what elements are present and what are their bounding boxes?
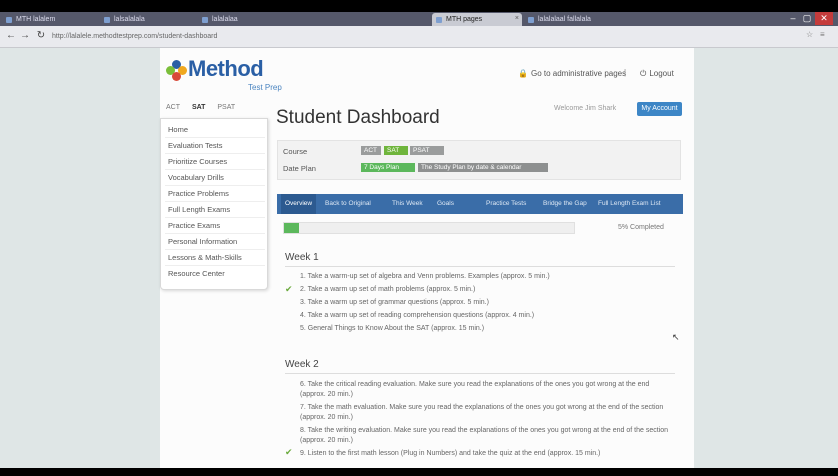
task-item[interactable]: 2. Take a warm up set of math problems (… [300,285,676,295]
url-field[interactable]: http://lalalele.methodtestprep.com/stude… [52,30,752,43]
browser-tab-bar: MTH lalalem lalsalalala lalalalaa MTH pa… [0,12,838,26]
divider [165,249,265,250]
bottom-bar [0,468,838,476]
divider [285,266,675,267]
divider [285,373,675,374]
task-item[interactable]: 6. Take the critical reading evaluation.… [300,380,676,399]
logo-word: Method [188,56,264,81]
browser-tab[interactable]: MTH lalalem [2,13,97,26]
power-icon: ⏻ [640,69,647,78]
test-tabs: ACT SAT PSAT [166,104,245,111]
divider [165,137,265,138]
page-title: Student Dashboard [276,107,440,128]
tab-sat[interactable]: SAT [192,104,205,111]
divider [165,265,265,266]
progress-fill [284,223,299,233]
task-item[interactable]: 4. Take a warm up set of reading compreh… [300,311,676,321]
task-item[interactable]: 9. Listen to the first math lesson (Plug… [300,449,676,459]
browser-tab[interactable]: lalsalalala [100,13,195,26]
mouse-cursor-icon: ↖ [672,332,680,342]
course-label: Course [283,147,308,156]
divider [165,169,265,170]
favicon-icon [528,17,534,23]
logout-link[interactable]: ⏻ Logout [640,69,674,79]
admin-link[interactable]: 🔒 Go to administrative pages [518,69,626,78]
tab-goals[interactable]: Goals [437,194,454,214]
logo-subtitle: Test Prep [248,83,282,92]
tab-full-length-exam-list[interactable]: Full Length Exam List [598,194,661,214]
reload-icon[interactable]: ↻ [34,29,48,43]
address-bar: ← → ↻ http://lalalele.methodtestprep.com… [0,26,838,48]
favicon-icon [104,17,110,23]
course-info-box: Course ACT SAT PSAT Date Plan 7 Days Pla… [277,140,681,180]
sidebar-item-vocabulary-drills[interactable]: Vocabulary Drills [168,173,224,182]
separator: | [624,68,627,77]
maximize-button[interactable]: ▢ [800,12,814,25]
minimize-button[interactable]: – [786,12,800,25]
sidebar-item-practice-problems[interactable]: Practice Problems [168,189,229,198]
progress-bar [283,222,575,234]
logo-mark-icon [166,60,188,82]
page: Method Test Prep 🔒 Go to administrative p… [0,48,838,476]
tab-back-to-original[interactable]: Back to Original [325,194,371,214]
sidebar-item-prioritize-courses[interactable]: Prioritize Courses [168,157,227,166]
sidebar-item-evaluation-tests[interactable]: Evaluation Tests [168,141,222,150]
divider [165,201,265,202]
divider [165,185,265,186]
date-chip-study-plan[interactable]: The Study Plan by date & calendar [418,163,548,172]
task-item[interactable]: 8. Take the writing evaluation. Make sur… [300,426,676,445]
my-account-button[interactable]: My Account [637,102,682,116]
browser-tab[interactable]: lalalalaa [198,13,293,26]
date-plan-label: Date Plan [283,164,316,173]
sidebar-item-practice-exams[interactable]: Practice Exams [168,221,220,230]
logo[interactable]: Method Test Prep [164,54,284,94]
check-icon: ✔ [285,284,293,294]
course-chip-sat[interactable]: SAT [384,146,408,155]
progress-text: 5% Completed [618,224,664,231]
week-1-title: Week 1 [285,252,319,263]
sidebar: Home Evaluation Tests Prioritize Courses… [160,118,268,290]
tab-close-icon[interactable]: × [515,15,519,22]
sidebar-item-full-length-exams[interactable]: Full Length Exams [168,205,230,214]
browser-tab[interactable]: lalalalaal fallalala [524,13,619,26]
sidebar-item-lessons[interactable]: Lessons & Math-Skills [168,253,242,262]
screen: MTH lalalem lalsalalala lalalalaa MTH pa… [0,0,838,476]
divider [165,233,265,234]
close-window-button[interactable]: ✕ [815,12,833,25]
sidebar-item-personal-information[interactable]: Personal Information [168,237,237,246]
week-2-title: Week 2 [285,359,319,370]
back-arrow-icon[interactable]: ← [4,29,18,43]
divider [165,217,265,218]
favicon-icon [6,17,12,23]
bookmark-star-icon[interactable]: ☆ [806,30,813,39]
tab-act[interactable]: ACT [166,104,180,111]
course-chip-act[interactable]: ACT [361,146,381,155]
forward-arrow-icon[interactable]: → [18,29,32,43]
lock-icon: 🔒 [518,69,528,78]
tab-overview[interactable]: Overview [281,194,317,214]
menu-icon[interactable]: ≡ [820,30,825,39]
date-chip-7-days[interactable]: 7 Days Plan [361,163,415,172]
favicon-icon [436,17,442,23]
tab-psat[interactable]: PSAT [217,104,235,111]
course-chip-psat[interactable]: PSAT [410,146,444,155]
check-icon: ✔ [285,447,293,457]
tab-practice-tests[interactable]: Practice Tests [486,194,526,214]
task-item[interactable]: 1. Take a warm-up set of algebra and Ven… [300,272,676,282]
welcome-text: Welcome Jim Shark [554,105,617,112]
favicon-icon [202,17,208,23]
task-item[interactable]: 5. General Things to Know About the SAT … [300,324,676,334]
task-item[interactable]: 7. Take the math evaluation. Make sure y… [300,403,676,422]
divider [165,153,265,154]
sidebar-item-home[interactable]: Home [168,125,188,134]
task-item[interactable]: 3. Take a warm up set of grammar questio… [300,298,676,308]
tab-this-week[interactable]: This Week [392,194,423,214]
dashboard-nav-tabs: Overview Back to Original This Week Goal… [277,194,683,214]
browser-tab-active[interactable]: MTH pages × [432,13,522,26]
tab-bridge-the-gap[interactable]: Bridge the Gap [543,194,587,214]
sidebar-item-resource-center[interactable]: Resource Center [168,269,225,278]
